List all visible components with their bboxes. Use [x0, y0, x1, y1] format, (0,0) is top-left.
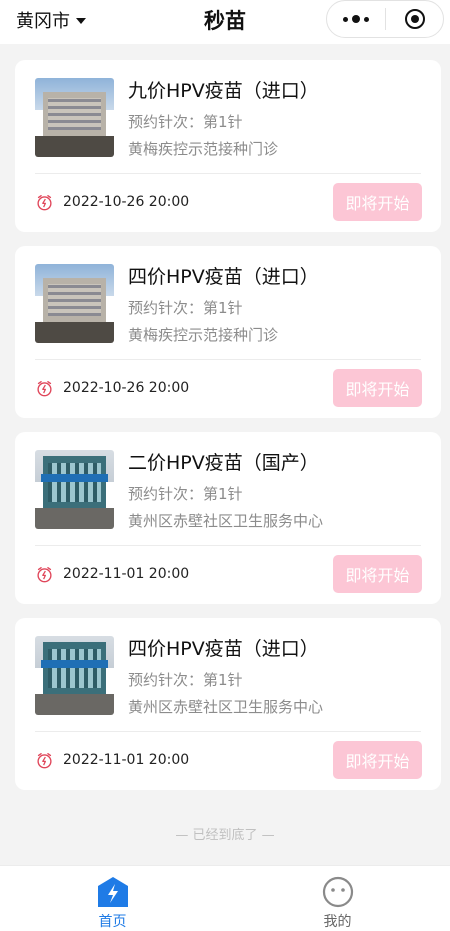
card-divider — [35, 545, 421, 546]
clinic-name: 黄州区赤壁社区卫生服务中心 — [128, 512, 324, 530]
coming-soon-button[interactable]: 即将开始 — [333, 369, 422, 407]
more-options-button[interactable] — [327, 1, 385, 37]
bottom-tab-bar: 首页 我的 — [0, 865, 450, 931]
coming-soon-button[interactable]: 即将开始 — [333, 183, 422, 221]
vaccine-card[interactable]: 二价HPV疫苗（国产） 预约针次：第1针 黄州区赤壁社区卫生服务中心 2022-… — [15, 432, 441, 604]
vaccine-name: 四价HPV疫苗（进口） — [128, 638, 319, 660]
vaccine-card[interactable]: 九价HPV疫苗（进口） 预约针次：第1针 黄梅疾控示范接种门诊 2022-10-… — [15, 60, 441, 232]
vaccine-name: 九价HPV疫苗（进口） — [128, 80, 319, 102]
end-of-list-tip: — 已经到底了 — — [175, 828, 275, 843]
alarm-clock-icon — [37, 567, 52, 583]
start-time: 2022-11-01 20:00 — [63, 752, 190, 768]
city-label: 黄冈市 — [16, 11, 70, 32]
clinic-photo — [35, 264, 114, 343]
dot-icon — [364, 16, 369, 22]
alarm-clock-icon — [37, 753, 52, 769]
home-lightning-icon — [97, 877, 128, 907]
tab-home[interactable]: 首页 — [0, 866, 225, 931]
dose-info: 预约针次：第1针 — [128, 113, 243, 131]
dose-info: 预约针次：第1针 — [128, 299, 243, 317]
target-close-icon — [404, 9, 425, 29]
profile-face-icon — [322, 876, 353, 908]
coming-soon-button[interactable]: 即将开始 — [333, 555, 422, 593]
start-time: 2022-10-26 20:00 — [63, 380, 190, 396]
clinic-name: 黄梅疾控示范接种门诊 — [128, 140, 279, 158]
card-divider — [35, 359, 421, 360]
dot-icon — [352, 15, 360, 23]
tab-mine-label: 我的 — [323, 914, 352, 930]
tab-mine[interactable]: 我的 — [225, 866, 450, 931]
coming-soon-button[interactable]: 即将开始 — [333, 741, 422, 779]
close-mini-program-button[interactable] — [386, 1, 443, 37]
vaccine-name: 四价HPV疫苗（进口） — [128, 266, 319, 288]
mini-program-capsule — [326, 0, 444, 38]
clinic-photo — [35, 636, 114, 715]
tab-home-label: 首页 — [98, 914, 127, 930]
top-nav-bar: 黄冈市 秒苗 — [0, 0, 450, 44]
vaccine-name: 二价HPV疫苗（国产） — [128, 452, 319, 474]
dot-icon — [343, 16, 348, 22]
alarm-clock-icon — [37, 195, 52, 211]
clinic-photo — [35, 78, 114, 157]
dose-info: 预约针次：第1针 — [128, 671, 243, 689]
clinic-name: 黄州区赤壁社区卫生服务中心 — [128, 698, 324, 716]
alarm-clock-icon — [37, 381, 52, 397]
vaccine-card[interactable]: 四价HPV疫苗（进口） 预约针次：第1针 黄梅疾控示范接种门诊 2022-10-… — [15, 246, 441, 418]
start-time: 2022-11-01 20:00 — [63, 566, 190, 582]
city-selector[interactable]: 黄冈市 — [16, 7, 86, 33]
caret-down-icon — [76, 17, 86, 24]
clinic-photo — [35, 450, 114, 529]
card-divider — [35, 731, 421, 732]
start-time: 2022-10-26 20:00 — [63, 194, 190, 210]
card-divider — [35, 173, 421, 174]
clinic-name: 黄梅疾控示范接种门诊 — [128, 326, 279, 344]
dose-info: 预约针次：第1针 — [128, 485, 243, 503]
vaccine-card[interactable]: 四价HPV疫苗（进口） 预约针次：第1针 黄州区赤壁社区卫生服务中心 2022-… — [15, 618, 441, 790]
